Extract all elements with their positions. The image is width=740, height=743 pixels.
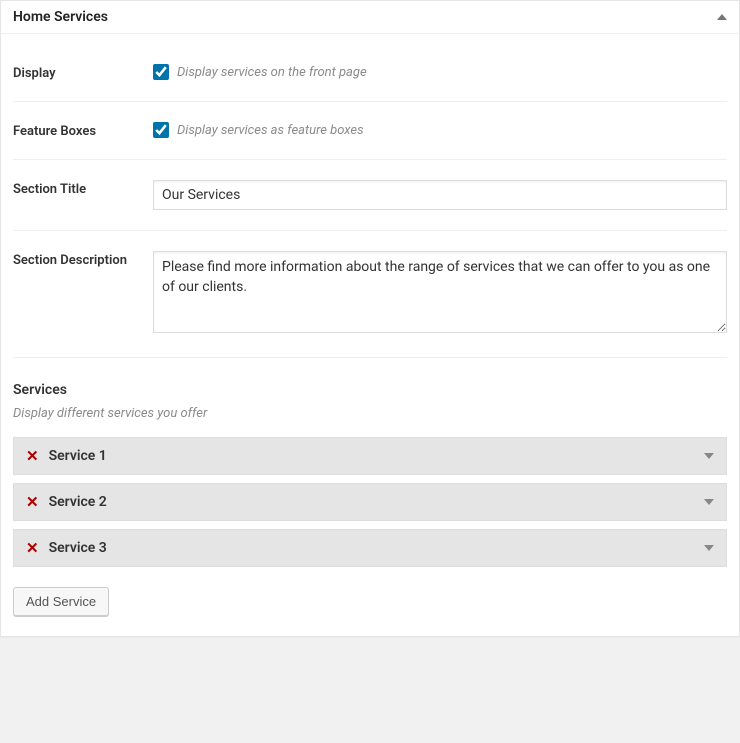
chevron-down-icon[interactable] <box>704 499 714 505</box>
remove-icon[interactable]: ✕ <box>26 495 39 510</box>
feature-boxes-label: Feature Boxes <box>13 122 153 139</box>
display-checkbox[interactable] <box>153 64 169 80</box>
remove-icon[interactable]: ✕ <box>26 541 39 556</box>
display-checkbox-wrap[interactable]: Display services on the front page <box>153 64 727 80</box>
service-item[interactable]: ✕ Service 2 <box>13 483 727 521</box>
chevron-down-icon[interactable] <box>704 453 714 459</box>
panel-title: Home Services <box>13 9 108 25</box>
section-title-field: Section Title <box>13 160 727 231</box>
services-subheading: Display different services you offer <box>13 406 727 421</box>
collapse-icon[interactable] <box>717 14 727 20</box>
feature-boxes-field: Feature Boxes Display services as featur… <box>13 102 727 160</box>
display-field: Display Display services on the front pa… <box>13 44 727 102</box>
display-control: Display services on the front page <box>153 64 727 80</box>
feature-boxes-checkbox-wrap[interactable]: Display services as feature boxes <box>153 122 727 138</box>
service-item[interactable]: ✕ Service 1 <box>13 437 727 475</box>
services-heading: Services <box>13 382 727 398</box>
panel-body: Display Display services on the front pa… <box>1 34 739 636</box>
feature-boxes-checkbox[interactable] <box>153 122 169 138</box>
display-description: Display services on the front page <box>177 65 367 80</box>
section-title-control <box>153 180 727 210</box>
feature-boxes-control: Display services as feature boxes <box>153 122 727 138</box>
service-item[interactable]: ✕ Service 3 <box>13 529 727 567</box>
section-description-label: Section Description <box>13 251 153 268</box>
panel-header[interactable]: Home Services <box>1 1 739 34</box>
service-item-title: Service 3 <box>49 540 704 556</box>
chevron-down-icon[interactable] <box>704 545 714 551</box>
display-label: Display <box>13 64 153 81</box>
section-description-field: Section Description Please find more inf… <box>13 231 727 358</box>
section-title-input[interactable] <box>153 180 727 210</box>
section-description-control: Please find more information about the r… <box>153 251 727 337</box>
feature-boxes-description: Display services as feature boxes <box>177 123 364 138</box>
remove-icon[interactable]: ✕ <box>26 449 39 464</box>
service-item-title: Service 1 <box>49 448 704 464</box>
home-services-panel: Home Services Display Display services o… <box>0 0 740 637</box>
service-item-title: Service 2 <box>49 494 704 510</box>
section-title-label: Section Title <box>13 180 153 197</box>
section-description-textarea[interactable]: Please find more information about the r… <box>153 251 727 333</box>
add-service-button[interactable]: Add Service <box>13 587 109 616</box>
